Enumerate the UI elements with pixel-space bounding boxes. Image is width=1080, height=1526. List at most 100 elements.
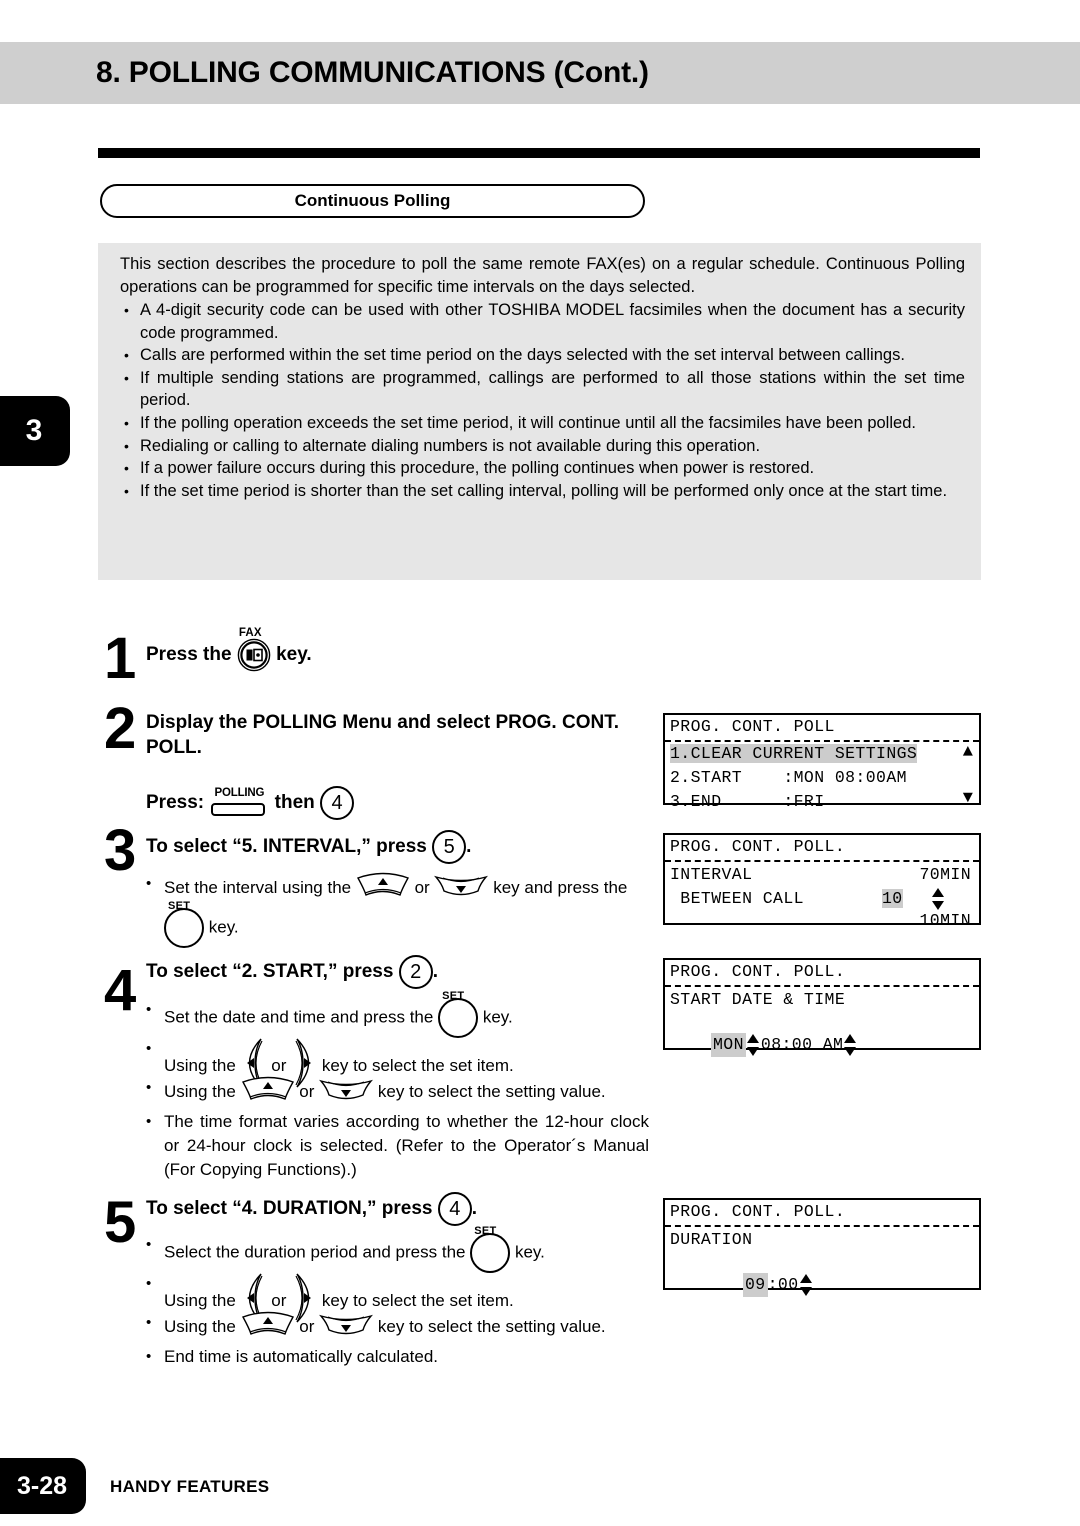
chapter-tab: 3 — [0, 396, 70, 466]
set-key-label: SET — [168, 900, 191, 912]
lcd-interval-max-value: 70MIN — [919, 865, 971, 884]
lcd-menu-row-2[interactable]: 2.START :MON 08:00AM — [665, 766, 979, 790]
step-2-title-line2: POLL. — [146, 737, 202, 758]
intro-paragraph: This section describes the procedure to … — [120, 255, 965, 296]
step-number-1: 1 — [104, 626, 137, 691]
lcd-duration-title: PROG. CONT. POLL. — [665, 1200, 979, 1227]
set-key-icon[interactable]: SET — [164, 900, 204, 948]
up-down-selector-icon[interactable] — [932, 888, 945, 910]
down-arrow-key-icon[interactable] — [434, 872, 489, 905]
lcd-duration-subtitle: DURATION — [670, 1230, 753, 1249]
polling-key-body — [211, 803, 266, 816]
up-arrow-key-icon[interactable] — [356, 872, 410, 905]
step-2-then-label: then — [274, 792, 315, 814]
step-4-bullet-a-part2: key. — [482, 1007, 513, 1027]
section-divider-rule — [98, 148, 980, 158]
step-5-bullet-c: Using the or key to select the setting v… — [146, 1311, 664, 1344]
step-2-press-label: Press: — [146, 792, 205, 814]
step-1-instruction: Press the FAX key. — [146, 627, 576, 672]
step-2-title: Display the POLLING Menu and select PROG… — [146, 710, 666, 760]
step-5-bullet-b-part2: key to select the set item. — [321, 1290, 514, 1310]
step-number-4-value: 4 — [104, 958, 137, 1023]
lcd-interval-label-2: BETWEEN CALL — [670, 889, 804, 908]
step-3-title-after: . — [466, 836, 472, 858]
step-3-title: To select “5. INTERVAL,” press 5. — [146, 830, 636, 864]
list-item: A 4-digit security code can be used with… — [120, 299, 965, 344]
step-1-text-after: key. — [276, 644, 312, 666]
lcd-interval-current-value-text: 10 — [882, 889, 903, 908]
step-5-bullet-c-or: or — [299, 1316, 315, 1336]
set-key-icon[interactable]: SET — [438, 990, 479, 1038]
scroll-down-icon[interactable]: ▼ — [963, 790, 973, 807]
footer-page-tab: 3-28 — [0, 1458, 86, 1514]
step-3-bullet-a-part2: key and press the — [493, 877, 628, 897]
up-arrow-key-icon[interactable] — [241, 1311, 295, 1344]
page-title: 8. POLLING COMMUNICATIONS (Cont.) — [96, 56, 649, 89]
step-4-bullet-b-or: or — [271, 1055, 287, 1075]
lcd-menu-title: PROG. CONT. POLL — [665, 715, 979, 742]
step-5-title-after: . — [471, 1198, 478, 1220]
step-5-title: To select “4. DURATION,” press 4. — [146, 1192, 606, 1226]
list-item: If the polling operation exceeds the set… — [120, 412, 965, 435]
step-4-bullet-a-part1: Set the date and time and press the — [164, 1007, 434, 1027]
chapter-tab-label: 3 — [25, 414, 43, 447]
list-item: Redialing or calling to alternate dialin… — [120, 435, 965, 458]
step-number-5: 5 — [104, 1194, 136, 1252]
lcd-interval-label-1: INTERVAL — [670, 865, 753, 884]
set-key-label: SET — [474, 1225, 497, 1237]
step-4-bullet-d: The time format varies according to whet… — [146, 1110, 649, 1182]
lcd-start-title: PROG. CONT. POLL. — [665, 960, 979, 987]
step-4-bullet-c-or: or — [299, 1081, 315, 1101]
step-5-bullet-a-part1: Select the duration period and press the — [164, 1242, 466, 1262]
step-4-bullet-b-part2: key to select the set item. — [321, 1055, 514, 1075]
numeric-key-5[interactable]: 5 — [432, 830, 467, 864]
up-arrow-key-icon[interactable] — [241, 1076, 295, 1109]
down-arrow-key-icon[interactable] — [319, 1076, 374, 1109]
lcd-panel-duration: PROG. CONT. POLL. DURATION 09 :00 — [663, 1198, 981, 1297]
step-3-bullet-a: Set the interval using the or key and pr… — [146, 872, 664, 905]
step-1-text-before: Press the — [146, 644, 232, 666]
step-5-bullet-b-or: or — [271, 1290, 287, 1310]
step-5-title-before: To select “4. DURATION,” press — [146, 1198, 433, 1220]
step-4-title-before: To select “2. START,” press — [146, 961, 394, 983]
list-item: If multiple sending stations are program… — [120, 367, 965, 412]
scroll-up-icon[interactable]: ▲ — [963, 744, 973, 761]
numeric-key-4[interactable]: 4 — [437, 1192, 472, 1226]
lcd-menu-row-3[interactable]: 3.END :FRI — [665, 790, 979, 814]
up-down-selector-icon[interactable] — [799, 1274, 813, 1296]
lcd-start-day-value[interactable]: MON — [711, 1033, 746, 1057]
step-5-bullet-a-part2: key. — [514, 1242, 545, 1262]
list-item: Calls are performed within the set time … — [120, 344, 965, 367]
step-5-bullet-d: End time is automatically calculated. — [146, 1345, 664, 1369]
step-3-bullet-a-part1: Set the interval using the — [164, 877, 352, 897]
step-number-3: 3 — [104, 822, 136, 880]
up-down-selector-icon[interactable] — [844, 1034, 857, 1056]
up-down-selector-icon[interactable] — [746, 1034, 760, 1056]
down-arrow-key-icon[interactable] — [319, 1311, 374, 1344]
lcd-start-subtitle: START DATE & TIME — [670, 990, 846, 1009]
lcd-interval-current-value[interactable]: 10 — [877, 887, 903, 911]
numeric-key-2[interactable]: 2 — [398, 955, 433, 989]
step-4-bullet-c-part1: Using the — [164, 1081, 236, 1101]
lcd-menu-row-1-text: 1.CLEAR CURRENT SETTINGS — [670, 744, 918, 763]
step-number-2: 2 — [104, 696, 137, 761]
step-3-bullet-a-part3: key. — [208, 917, 239, 937]
intro-info-box: This section describes the procedure to … — [98, 243, 981, 580]
lcd-menu-row-1[interactable]: 1.CLEAR CURRENT SETTINGS — [665, 742, 979, 766]
footer-page-number: 3-28 — [16, 1471, 68, 1500]
set-key-icon[interactable]: SET — [470, 1225, 511, 1273]
lcd-start-time-value[interactable]: 08:00 AM — [761, 1033, 843, 1057]
step-2-press-row: Press: POLLING then 4 — [146, 786, 446, 820]
step-4-bullet-c: Using the or key to select the setting v… — [146, 1076, 664, 1109]
lcd-duration-minute-value[interactable]: :00 — [768, 1273, 799, 1297]
section-heading-pill: Continuous Polling — [100, 184, 645, 218]
step-4-title-after: . — [432, 961, 438, 983]
step-4-bullet-a: Set the date and time and press the SET … — [146, 990, 664, 1038]
step-3-title-before: To select “5. INTERVAL,” press — [146, 836, 427, 858]
step-4-bullet-b-part1: Using the — [164, 1055, 236, 1075]
numeric-key-4[interactable]: 4 — [320, 786, 355, 820]
polling-key-icon[interactable]: POLLING — [209, 787, 269, 816]
fax-key-icon[interactable]: FAX — [237, 627, 271, 672]
lcd-duration-hour-value[interactable]: 09 — [743, 1273, 768, 1297]
step-5-bullet-a: Select the duration period and press the… — [146, 1225, 684, 1273]
